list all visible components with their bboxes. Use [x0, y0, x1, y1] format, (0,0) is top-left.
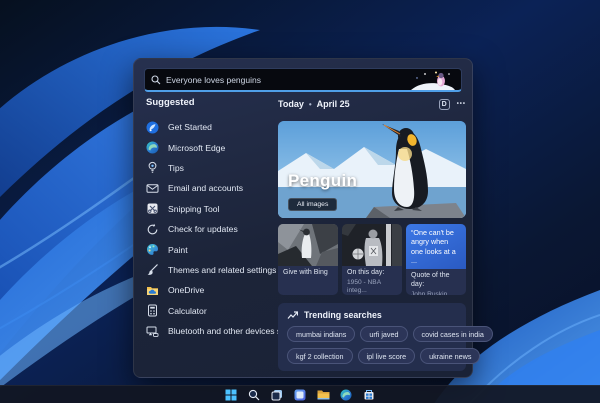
devices-monitor-icon	[146, 325, 159, 338]
trending-arrow-icon	[287, 311, 298, 319]
suggested-item-label: Bluetooth and other devices sett...	[168, 326, 278, 337]
email-envelope-icon	[146, 182, 159, 195]
cards-row: Give with Bing On this day: 1950 - NBA i…	[278, 224, 466, 295]
suggested-item-label: Check for updates	[168, 224, 238, 235]
suggested-item-paint[interactable]: Paint	[146, 239, 278, 259]
suggested-section: Suggested Get Started Microsoft Edge Tip…	[146, 97, 278, 341]
search-input[interactable]	[166, 74, 407, 85]
suggested-item-label: Themes and related settings	[168, 264, 277, 275]
quote-text: “One can't be angry when one looks at a …	[406, 224, 466, 270]
suggested-item-label: Microsoft Edge	[168, 142, 226, 153]
card-subcaption: 1950 - NBA integ...	[347, 278, 381, 294]
card-on-this-day[interactable]: On this day: 1950 - NBA integ...	[342, 224, 402, 295]
card-caption: Quote of the day:	[411, 272, 450, 289]
suggested-item-label: Calculator	[168, 305, 207, 316]
edge-icon	[146, 141, 159, 154]
suggested-item-label: Tips	[168, 162, 184, 173]
suggested-item-label: Get Started	[168, 122, 212, 133]
paint-palette-icon	[146, 243, 159, 256]
search-panel: Suggested Get Started Microsoft Edge	[133, 58, 493, 378]
trending-chip[interactable]: mumbai indians	[287, 326, 356, 342]
suggested-item-snipping-tool[interactable]: Snipping Tool	[146, 199, 278, 219]
suggested-item-microsoft-edge[interactable]: Microsoft Edge	[146, 137, 278, 157]
snipping-tool-icon	[146, 202, 159, 215]
onedrive-folder-icon	[146, 284, 159, 297]
trending-chip[interactable]: kgf 2 collection	[287, 348, 353, 364]
get-started-icon	[146, 121, 159, 134]
bw-penguin-photo	[278, 224, 338, 266]
suggested-item-label: OneDrive	[168, 285, 205, 296]
trending-chips-row2: kgf 2 collection ipl live score ukraine …	[287, 348, 481, 364]
hero-image-card[interactable]: Penguin All images	[278, 121, 466, 218]
hero-title: Penguin	[288, 171, 358, 190]
today-section: Today • April 25 D ••• Penguin All image…	[278, 97, 493, 371]
search-icon	[151, 74, 161, 84]
suggested-heading: Suggested	[146, 97, 195, 108]
task-view-icon[interactable]	[271, 388, 284, 401]
suggested-item-label: Snipping Tool	[168, 203, 220, 214]
card-give-with-bing[interactable]: Give with Bing	[278, 224, 338, 295]
trending-heading: Trending searches	[304, 310, 382, 320]
card-subcaption: John Ruskin	[411, 290, 448, 295]
daily-badge[interactable]: D	[438, 98, 450, 110]
tips-lightbulb-icon	[146, 161, 159, 174]
microsoft-store-icon[interactable]	[363, 388, 376, 401]
suggested-item-check-updates[interactable]: Check for updates	[146, 219, 278, 239]
card-caption: Give with Bing	[283, 269, 328, 276]
trending-chips-row1: mumbai indians urfi javed covid cases in…	[287, 326, 493, 342]
today-date: April 25	[316, 99, 350, 109]
card-quote-of-day[interactable]: “One can't be angry when one looks at a …	[406, 224, 466, 295]
suggested-item-bluetooth-devices[interactable]: Bluetooth and other devices sett...	[146, 321, 278, 341]
trending-chip[interactable]: ukraine news	[420, 348, 481, 364]
today-header: Today • April 25 D •••	[278, 97, 466, 111]
search-bar[interactable]	[144, 68, 462, 92]
desktop: Suggested Get Started Microsoft Edge	[0, 0, 600, 403]
file-explorer-icon[interactable]	[317, 388, 330, 401]
suggested-item-label: Paint	[168, 244, 188, 255]
bw-basketball-photo	[342, 224, 402, 266]
today-separator: •	[308, 99, 312, 109]
suggested-item-tips[interactable]: Tips	[146, 158, 278, 178]
taskbar-edge-icon[interactable]	[340, 388, 353, 401]
widgets-icon[interactable]	[294, 388, 307, 401]
suggested-item-get-started[interactable]: Get Started	[146, 117, 278, 137]
penguin-doodle-illustration	[411, 71, 455, 90]
suggested-item-themes[interactable]: Themes and related settings	[146, 260, 278, 280]
start-button[interactable]	[225, 388, 238, 401]
taskbar	[0, 385, 600, 403]
today-label: Today	[278, 99, 304, 109]
suggested-item-calculator[interactable]: Calculator	[146, 301, 278, 321]
suggested-item-email-accounts[interactable]: Email and accounts	[146, 178, 278, 198]
card-caption: On this day:	[347, 269, 385, 276]
calculator-icon	[146, 304, 159, 317]
update-refresh-icon	[146, 223, 159, 236]
more-options-icon[interactable]: •••	[457, 101, 466, 107]
trending-chip[interactable]: covid cases in india	[412, 326, 493, 342]
taskbar-search-icon[interactable]	[248, 388, 261, 401]
suggested-item-onedrive[interactable]: OneDrive	[146, 280, 278, 300]
trending-chip[interactable]: ipl live score	[357, 348, 416, 364]
trending-section: Trending searches mumbai indians urfi ja…	[278, 303, 493, 371]
trending-chip[interactable]: urfi javed	[360, 326, 408, 342]
themes-brush-icon	[146, 263, 159, 276]
all-images-button[interactable]: All images	[288, 198, 338, 211]
suggested-item-label: Email and accounts	[168, 183, 243, 194]
